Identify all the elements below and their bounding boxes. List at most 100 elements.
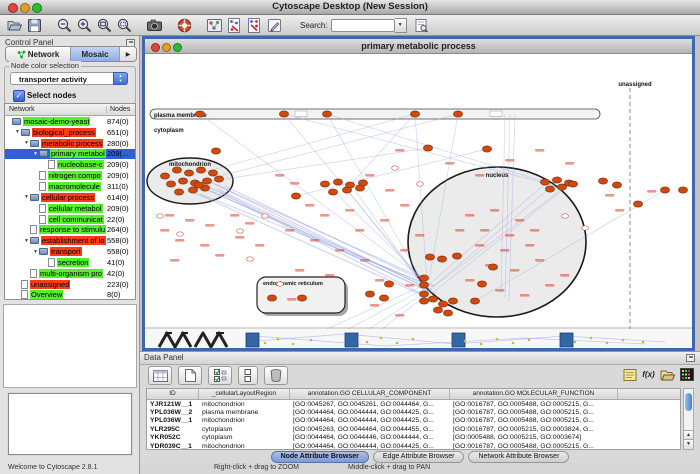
float-panel-icon[interactable] — [686, 354, 695, 362]
network-node[interactable] — [428, 296, 437, 302]
network-node[interactable] — [470, 298, 479, 304]
tree-row[interactable]: ▼primary metabol209(... — [5, 149, 135, 160]
snapshot-icon[interactable] — [146, 17, 163, 34]
network-view-window[interactable]: primary metabolic process plasma membran… — [142, 36, 695, 351]
tree-row[interactable]: ▼biological_process651(0) — [5, 127, 135, 138]
network-edge[interactable] — [217, 189, 432, 290]
expand-arrow-icon[interactable]: ▼ — [23, 238, 30, 244]
selected-node-square[interactable] — [560, 333, 573, 347]
tree-row[interactable]: response to stimulu264(0) — [5, 224, 135, 235]
network-node[interactable] — [365, 291, 374, 297]
expand-arrow-icon[interactable]: ▼ — [32, 249, 39, 255]
network-node[interactable] — [174, 189, 183, 195]
table-row[interactable]: YPL036W__2plasma membrane[GO:0044464, GO… — [147, 408, 680, 416]
network-node[interactable] — [419, 275, 428, 281]
attribute-notes-icon[interactable] — [621, 366, 638, 383]
table-column-header[interactable]: _cellularLayoutRegion — [199, 389, 290, 399]
search-dropdown-icon[interactable]: ▼ — [395, 18, 407, 33]
network-node[interactable] — [437, 256, 446, 262]
tree-row[interactable]: Overview8(0) — [5, 290, 135, 301]
network-node[interactable] — [540, 179, 549, 185]
select-nodes-checkbox[interactable]: ✓ — [13, 90, 25, 102]
search-options-icon[interactable] — [413, 17, 430, 34]
network-node[interactable] — [545, 186, 554, 192]
layout-network-1-icon[interactable] — [226, 17, 243, 34]
tree-row[interactable]: secretion41(0) — [5, 257, 135, 268]
network-node[interactable] — [477, 281, 486, 287]
selected-node-square[interactable] — [452, 333, 465, 347]
network-node[interactable] — [211, 148, 220, 154]
network-edge[interactable] — [350, 114, 415, 185]
tree-row[interactable]: cell communicat22(0) — [5, 214, 135, 225]
network-node[interactable] — [297, 295, 306, 301]
network-edge[interactable] — [220, 114, 458, 176]
network-node[interactable] — [194, 182, 203, 188]
network-node[interactable] — [568, 181, 577, 187]
network-node[interactable] — [660, 187, 669, 193]
network-node[interactable] — [384, 281, 393, 287]
empty-node[interactable] — [247, 257, 254, 261]
empty-node[interactable] — [582, 226, 589, 230]
scroll-down-icon[interactable]: ▼ — [684, 439, 693, 449]
delete-attribute-button[interactable] — [264, 366, 288, 385]
empty-node[interactable] — [562, 214, 569, 218]
network-node[interactable] — [184, 170, 193, 176]
network-node[interactable] — [482, 146, 491, 152]
table-row[interactable]: YKR052Ccytoplasm[GO:0044464, GO:0044446,… — [147, 434, 680, 442]
network-node[interactable] — [196, 167, 205, 173]
network-node[interactable] — [488, 264, 497, 270]
open-icon[interactable] — [6, 17, 23, 34]
zoom-out-icon[interactable] — [56, 17, 73, 34]
network-node[interactable] — [552, 177, 561, 183]
network-node[interactable] — [291, 193, 300, 199]
network-node[interactable] — [419, 282, 428, 288]
function-builder-icon[interactable]: f(x) — [640, 366, 657, 383]
selected-node-square[interactable] — [345, 333, 358, 347]
window-titlebar[interactable]: Cytoscape Desktop (New Session) — [0, 0, 700, 15]
tree-row[interactable]: macromolecule311(0) — [5, 181, 135, 192]
tree-row[interactable]: nucleobase-c209(0) — [5, 159, 135, 170]
empty-node[interactable] — [277, 282, 284, 286]
network-node[interactable] — [267, 295, 276, 301]
help-icon[interactable] — [176, 17, 193, 34]
network-node[interactable] — [166, 181, 175, 187]
network-node[interactable] — [355, 185, 364, 191]
network-node[interactable] — [178, 178, 187, 184]
table-scrollbar[interactable]: ▲ ▼ — [683, 388, 694, 450]
tree-col-network[interactable]: Network — [9, 106, 35, 113]
tree-col-nodes[interactable]: Nodes — [106, 106, 130, 113]
network-node[interactable] — [452, 253, 461, 259]
browser-tab[interactable]: Edge Attribute Browser — [373, 451, 465, 463]
tree-row[interactable]: cellular metabol209(0) — [5, 203, 135, 214]
network-node[interactable] — [612, 182, 621, 188]
network-node[interactable] — [453, 111, 462, 117]
birdseye-view[interactable] — [3, 304, 137, 388]
network-node[interactable] — [322, 111, 331, 117]
plasma-membrane-compartment[interactable] — [150, 109, 600, 119]
network-node[interactable] — [410, 111, 419, 117]
network-node[interactable] — [598, 178, 607, 184]
network-edge[interactable] — [225, 186, 434, 286]
network-node[interactable] — [214, 176, 223, 182]
network-node[interactable] — [448, 298, 457, 304]
vizmapper-icon[interactable] — [206, 17, 223, 34]
table-row[interactable]: YLR295Ccytoplasm[GO:0045263, GO:0044464,… — [147, 425, 680, 433]
tree-row[interactable]: ▼establishment of lo558(0) — [5, 235, 135, 246]
tab-mosaic[interactable]: Mosaic — [71, 47, 119, 61]
dropdown-stepper-icon[interactable]: ▲▼ — [113, 72, 128, 85]
network-window-titlebar[interactable]: primary metabolic process — [145, 39, 692, 54]
network-node[interactable] — [443, 310, 452, 316]
network-node[interactable] — [419, 298, 428, 304]
network-node[interactable] — [425, 254, 434, 260]
tree-row[interactable]: mosaic-demo-yeast874(0) — [5, 116, 135, 127]
network-node[interactable] — [419, 291, 428, 297]
expand-arrow-icon[interactable]: ▼ — [23, 140, 30, 146]
network-node[interactable] — [208, 170, 217, 176]
search-input[interactable] — [331, 19, 395, 32]
tab-network[interactable]: Network — [6, 47, 71, 61]
tree-row[interactable]: ▼transport558(0) — [5, 246, 135, 257]
expand-arrow-icon[interactable]: ▼ — [23, 194, 30, 200]
tree-row[interactable]: ▼metabolic process280(0) — [5, 138, 135, 149]
network-node[interactable] — [333, 179, 342, 185]
empty-node[interactable] — [392, 166, 399, 170]
